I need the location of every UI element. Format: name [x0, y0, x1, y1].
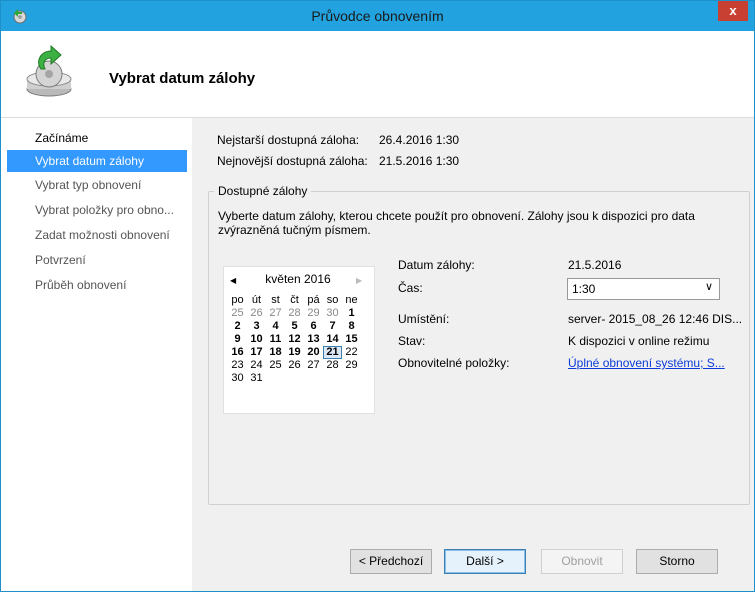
calendar-day-25[interactable]: 25 [266, 359, 285, 372]
calendar-day-8[interactable]: 8 [342, 320, 361, 333]
calendar-day-28[interactable]: 28 [323, 359, 342, 372]
nav-step-select-backup-date[interactable]: Vybrat datum zálohy [7, 150, 187, 172]
weekday-header: čt [290, 294, 299, 306]
time-dropdown[interactable]: 1:30 ∨ [567, 278, 720, 300]
calendar-day-20[interactable]: 20 [304, 346, 323, 359]
backup-date-label: Datum zálohy: [398, 258, 475, 272]
location-value: server- 2015_08_26 12:46 DIS... [568, 312, 743, 326]
previous-button[interactable]: < Předchozí [350, 549, 432, 574]
nav-step-select-items[interactable]: Vybrat položky pro obno... [7, 199, 187, 221]
calendar-week-row: 30 31 [228, 372, 361, 385]
calendar-day-7[interactable]: 7 [323, 320, 342, 333]
calendar-day-29[interactable]: 29 [304, 307, 323, 320]
recoverable-items-link[interactable]: Úplné obnovení systému; S... [568, 356, 725, 370]
calendar-day-2[interactable]: 2 [228, 320, 247, 333]
weekday-header: pá [307, 294, 320, 306]
calendar-day-5[interactable]: 5 [285, 320, 304, 333]
nav-step-recovery-options[interactable]: Zadat možnosti obnovení [7, 224, 187, 246]
weekday-header: so [326, 294, 339, 306]
cancel-button[interactable]: Storno [636, 549, 718, 574]
close-button[interactable]: x [718, 1, 748, 21]
content-pane: Nejstarší dostupná záloha: 26.4.2016 1:3… [192, 118, 754, 591]
calendar-day-13[interactable]: 13 [304, 333, 323, 346]
calendar-day-10[interactable]: 10 [247, 333, 266, 346]
nav-step-recovery-progress[interactable]: Průběh obnovení [7, 274, 187, 296]
available-backups-title: Dostupné zálohy [214, 184, 312, 198]
calendar-day-6[interactable]: 6 [304, 320, 323, 333]
calendar-day-27[interactable]: 27 [304, 359, 323, 372]
calendar-day-26[interactable]: 26 [285, 359, 304, 372]
window-title: Průvodce obnovením [311, 8, 444, 24]
backup-restore-icon [26, 45, 72, 97]
calendar-day-17[interactable]: 17 [247, 346, 266, 359]
calendar-day-26[interactable]: 26 [247, 307, 266, 320]
calendar-week-row: 23 24 25 26 27 28 29 [228, 359, 361, 372]
calendar-day-19[interactable]: 19 [285, 346, 304, 359]
status-label: Stav: [398, 334, 426, 348]
calendar-day-3[interactable]: 3 [247, 320, 266, 333]
wizard-steps-nav: Začínáme Vybrat datum zálohy Vybrat typ … [1, 118, 192, 591]
calendar-day-31[interactable]: 31 [247, 372, 266, 385]
backup-date-value: 21.5.2016 [568, 258, 622, 272]
restore-button[interactable]: Obnovit [541, 549, 623, 574]
calendar-days: 25 26 27 28 29 30 1 2 3 4 5 6 7 8 9 10 11 12 13 14 15 16 17 18 1… [228, 307, 361, 385]
title-bar[interactable]: Průvodce obnovením x [1, 1, 754, 31]
next-button[interactable]: Další > [444, 549, 526, 574]
newest-backup-value: 21.5.2016 1:30 [379, 154, 460, 168]
calendar-day-24[interactable]: 24 [247, 359, 266, 372]
calendar-day-22[interactable]: 22 [342, 346, 361, 359]
page-title: Vybrat datum zálohy [109, 70, 256, 87]
calendar-day-4[interactable]: 4 [266, 320, 285, 333]
weekday-header: po [231, 294, 244, 306]
calendar-day-12[interactable]: 12 [285, 333, 304, 346]
time-label: Čas: [398, 281, 423, 295]
calendar-day-30[interactable]: 30 [228, 372, 247, 385]
oldest-backup-value: 26.4.2016 1:30 [379, 133, 460, 147]
calendar-day-27[interactable]: 27 [266, 307, 285, 320]
recoverable-items-label: Obnovitelné položky: [398, 356, 510, 370]
chevron-down-icon: ∨ [704, 281, 713, 293]
calendar-week-row: 9 10 11 12 13 14 15 [228, 333, 361, 346]
instruction-text: Vyberte datum zálohy, kterou chcete použ… [218, 209, 695, 237]
backup-calendar[interactable]: ◀ květen 2016 ▶ po út st čt pá so ne 25 2… [223, 266, 375, 414]
nav-step-select-recovery-type[interactable]: Vybrat typ obnovení [7, 174, 187, 196]
calendar-day-1[interactable]: 1 [342, 307, 361, 320]
oldest-backup-label: Nejstarší dostupná záloha: [217, 133, 360, 147]
calendar-grid: po út st čt pá so ne 25 26 27 28 29 30 1 2 3 4 5 6 7… [228, 294, 361, 385]
weekday-header: ne [345, 294, 358, 306]
calendar-day-18[interactable]: 18 [266, 346, 285, 359]
calendar-day-15[interactable]: 15 [342, 333, 361, 346]
calendar-day-14[interactable]: 14 [323, 333, 342, 346]
calendar-day-29[interactable]: 29 [342, 359, 361, 372]
wizard-header: Vybrat datum zálohy [1, 31, 754, 118]
status-value: K dispozici v online režimu [568, 334, 710, 348]
calendar-prev-month-button[interactable]: ◀ [230, 276, 236, 285]
weekday-header: út [251, 294, 262, 306]
calendar-day-28[interactable]: 28 [285, 307, 304, 320]
calendar-day-25[interactable]: 25 [228, 307, 247, 320]
calendar-day-21[interactable]: 21 [323, 346, 342, 359]
calendar-week-row: 25 26 27 28 29 30 1 [228, 307, 361, 320]
nav-step-confirmation[interactable]: Potvrzení [7, 249, 187, 271]
time-dropdown-value: 1:30 [572, 282, 596, 296]
calendar-day-16[interactable]: 16 [228, 346, 247, 359]
calendar-week-row: 16 17 18 19 20 21 22 [228, 346, 361, 359]
weekday-header: st [271, 294, 280, 306]
calendar-day-11[interactable]: 11 [266, 333, 285, 346]
location-label: Umístění: [398, 312, 450, 326]
calendar-day-23[interactable]: 23 [228, 359, 247, 372]
nav-step-getting-started[interactable]: Začínáme [7, 127, 187, 149]
calendar-next-month-button[interactable]: ▶ [356, 276, 362, 285]
calendar-day-9[interactable]: 9 [228, 333, 247, 346]
restore-wizard-window: Průvodce obnovením x Vybrat datum zálohy… [0, 0, 755, 592]
calendar-week-row: 2345678 [228, 320, 361, 333]
calendar-day-30[interactable]: 30 [323, 307, 342, 320]
calendar-month-label[interactable]: květen 2016 [252, 272, 344, 286]
newest-backup-label: Nejnovější dostupná záloha: [217, 154, 368, 168]
